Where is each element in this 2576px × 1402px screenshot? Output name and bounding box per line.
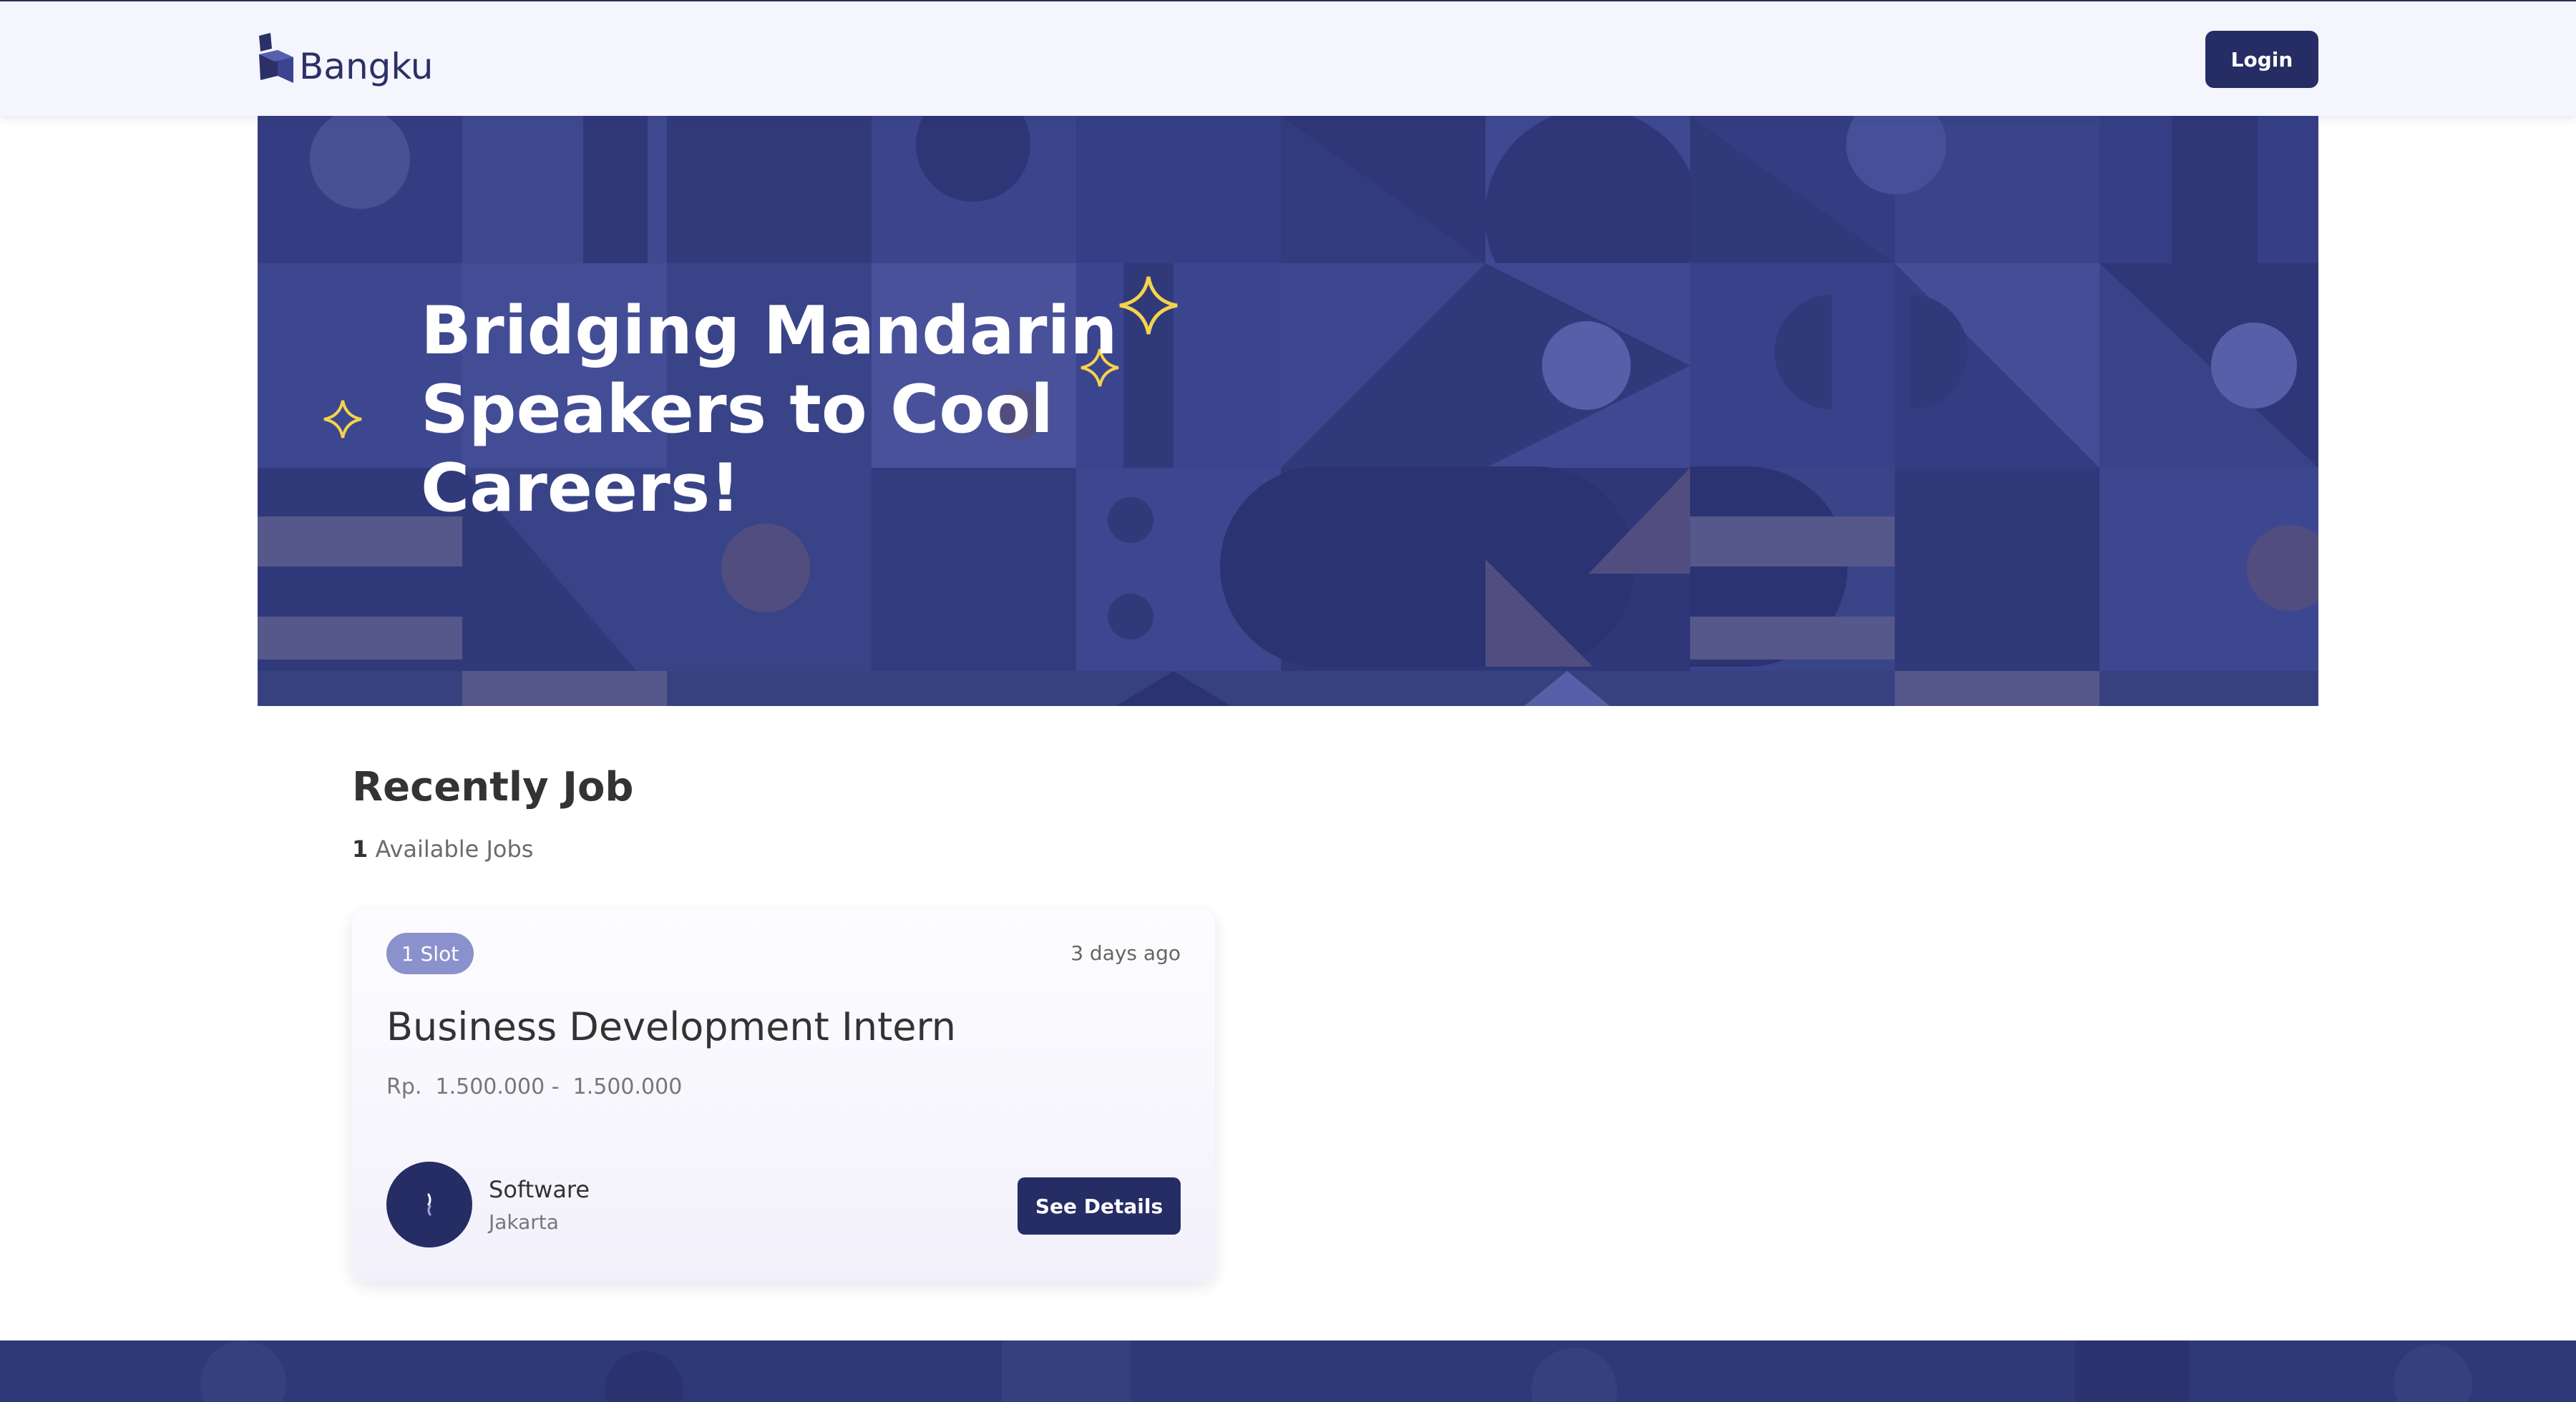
jobs-count-number: 1 — [352, 835, 369, 863]
posted-time: 3 days ago — [1070, 941, 1181, 965]
footer — [0, 1340, 2576, 1402]
brand-name: Bangku — [299, 46, 434, 87]
footer-pattern — [0, 1340, 2576, 1402]
see-details-button[interactable]: See Details — [1018, 1177, 1181, 1235]
company-location: Jakarta — [489, 1210, 559, 1234]
bangku-logo-icon — [259, 33, 293, 83]
jobs-count-label: Available Jobs — [375, 835, 534, 863]
brand-logo[interactable]: Bangku — [256, 29, 433, 93]
sparkle-icon — [323, 400, 362, 438]
company-name: Software — [489, 1176, 590, 1203]
job-card[interactable]: 1 Slot 3 days ago Business Development I… — [352, 910, 1215, 1282]
job-salary: Rp. 1.500.000 - 1.500.000 — [386, 1074, 683, 1099]
hero-title: Bridging Mandarin Speakers to Cool Caree… — [421, 292, 1118, 526]
login-button[interactable]: Login — [2205, 31, 2318, 88]
hero-banner: Bridging Mandarin Speakers to Cool Caree… — [258, 116, 2318, 706]
section-title: Recently Job — [352, 764, 634, 810]
slot-badge: 1 Slot — [386, 933, 474, 974]
company-logo-icon — [386, 1162, 472, 1247]
job-title: Business Development Intern — [386, 1004, 956, 1049]
navbar: Bangku Login — [0, 1, 2576, 116]
available-jobs-count: 1 Available Jobs — [352, 835, 533, 863]
